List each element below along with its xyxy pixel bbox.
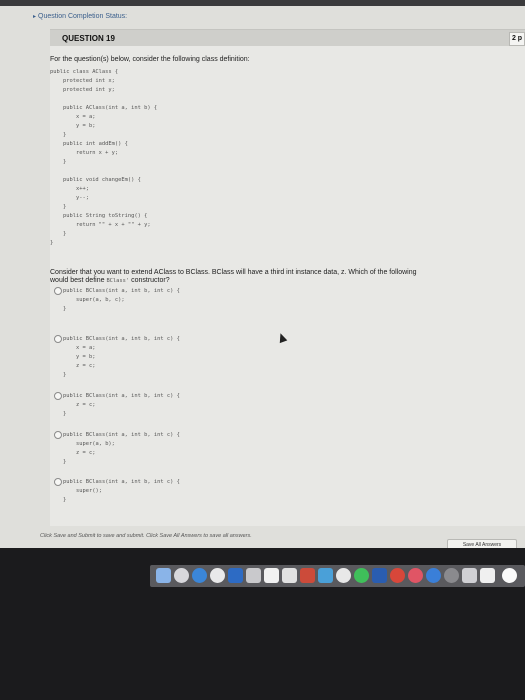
option-3-radio[interactable] <box>54 392 62 400</box>
code-line: protected int x; <box>50 78 115 84</box>
code-line: public BClass(int a, int b, int c) { <box>63 336 180 342</box>
option-3-code[interactable]: public BClass(int a, int b, int c) { z =… <box>63 392 180 419</box>
word-icon[interactable] <box>372 568 387 583</box>
maps-icon[interactable] <box>318 568 333 583</box>
code-line: super(a, b); <box>63 441 115 447</box>
document-icon[interactable] <box>480 568 495 583</box>
system-preferences-icon[interactable] <box>444 568 459 583</box>
code-line: y = b; <box>63 354 96 360</box>
app-store-icon[interactable] <box>426 568 441 583</box>
code-line: } <box>50 240 54 246</box>
status-label: Question Completion Status: <box>38 13 128 20</box>
photos-icon[interactable] <box>336 568 351 583</box>
question-title: QUESTION 19 <box>62 34 115 43</box>
code-line: } <box>50 231 67 237</box>
code-line: } <box>63 459 67 465</box>
mail-icon[interactable] <box>228 568 243 583</box>
messages-icon[interactable] <box>354 568 369 583</box>
save-all-answers-button[interactable]: Save All Answers <box>447 539 517 548</box>
launchpad-icon[interactable] <box>174 568 189 583</box>
points-badge: 2 p <box>509 32 525 46</box>
preview-icon[interactable] <box>462 568 477 583</box>
code-line: public BClass(int a, int b, int c) { <box>63 432 180 438</box>
class-definition-code: public class AClass { protected int x; p… <box>50 68 157 248</box>
option-2-code[interactable]: public BClass(int a, int b, int c) { x =… <box>63 335 180 380</box>
code-line: } <box>63 372 67 378</box>
code-line: y--; <box>50 195 89 201</box>
code-line: public AClass(int a, int b) { <box>50 105 158 111</box>
safari-icon[interactable] <box>192 568 207 583</box>
code-line: public BClass(int a, int b, int c) { <box>63 393 180 399</box>
question-text-line-1: Consider that you want to extend AClass … <box>50 269 417 276</box>
code-line: y = b; <box>50 123 96 129</box>
contacts-icon[interactable] <box>246 568 261 583</box>
option-1-code[interactable]: public BClass(int a, int b, int c) { sup… <box>63 287 180 314</box>
calendar-icon[interactable] <box>264 568 279 583</box>
code-line: } <box>63 306 67 312</box>
code-line: z = c; <box>63 363 96 369</box>
question-content: For the question(s) below, consider the … <box>50 46 525 526</box>
code-line: return x + y; <box>50 150 119 156</box>
option-4-radio[interactable] <box>54 431 62 439</box>
code-line: public BClass(int a, int b, int c) { <box>63 479 180 485</box>
code-line: x++; <box>50 186 89 192</box>
code-line: z = c; <box>63 450 96 456</box>
option-1-radio[interactable] <box>54 287 62 295</box>
code-line: public void changeEm() { <box>50 177 141 183</box>
music-icon[interactable] <box>408 568 423 583</box>
code-line: } <box>63 411 67 417</box>
expand-triangle-icon: ▸ <box>33 14 37 20</box>
code-line: x = a; <box>63 345 96 351</box>
reminders-icon[interactable] <box>300 568 315 583</box>
option-2-radio[interactable] <box>54 335 62 343</box>
browser-top-bar <box>0 0 525 6</box>
code-line: super(a, b, c); <box>63 297 125 303</box>
code-line: super(); <box>63 488 102 494</box>
finder-icon[interactable] <box>156 568 171 583</box>
notes-icon[interactable] <box>282 568 297 583</box>
code-line: } <box>50 204 67 210</box>
mac-dock <box>150 565 525 587</box>
code-line: } <box>63 497 67 503</box>
question-completion-status[interactable]: ▸ Question Completion Status: <box>33 13 127 20</box>
code-line: public String toString() { <box>50 213 148 219</box>
code-line: protected int y; <box>50 87 115 93</box>
code-line: z = c; <box>63 402 96 408</box>
code-line: public int addEm() { <box>50 141 128 147</box>
code-line: return "" + x + "" + y; <box>50 222 151 228</box>
code-line: public class AClass { <box>50 69 119 75</box>
download-icon[interactable] <box>502 568 517 583</box>
option-4-code[interactable]: public BClass(int a, int b, int c) { sup… <box>63 431 180 467</box>
option-5-code[interactable]: public BClass(int a, int b, int c) { sup… <box>63 478 180 505</box>
submit-instructions: Click Save and Submit to save and submit… <box>40 533 252 539</box>
question-prompt: For the question(s) below, consider the … <box>50 56 250 63</box>
chrome-icon[interactable] <box>210 568 225 583</box>
itunes-icon[interactable] <box>390 568 405 583</box>
browser-content: ▸ Question Completion Status: QUESTION 19… <box>0 0 525 548</box>
code-line: public BClass(int a, int b, int c) { <box>63 288 180 294</box>
code-line: } <box>50 132 67 138</box>
question-text-line-2: would best define BClass' constructor? <box>50 277 170 284</box>
option-5-radio[interactable] <box>54 478 62 486</box>
code-line: x = a; <box>50 114 96 120</box>
code-line: } <box>50 159 67 165</box>
